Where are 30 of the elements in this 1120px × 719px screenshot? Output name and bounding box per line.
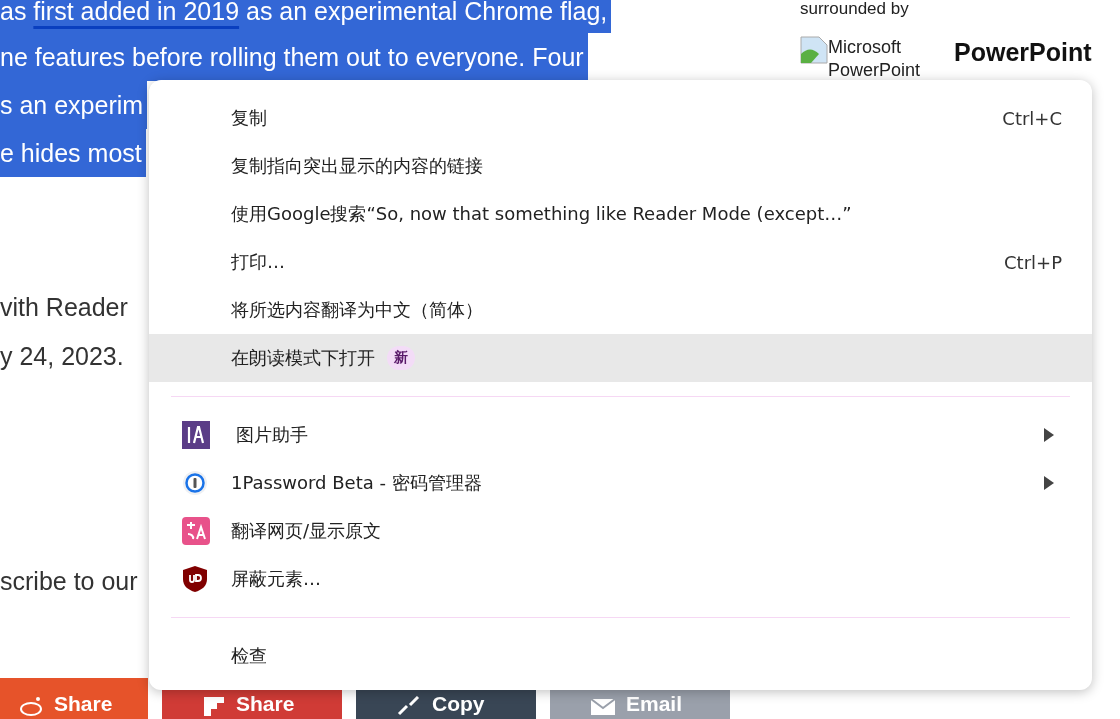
- mail-icon: [590, 698, 616, 716]
- shortcut-text: Ctrl+P: [1004, 251, 1062, 273]
- menu-item[interactable]: 打印… Ctrl+P: [149, 238, 1092, 286]
- menu-item[interactable]: 图片助手: [149, 411, 1092, 459]
- menu-item[interactable]: 屏蔽元素…: [149, 555, 1092, 603]
- menu-item[interactable]: 复制指向突出显示的内容的链接: [149, 142, 1092, 190]
- article-link[interactable]: first added in 2019: [33, 0, 240, 25]
- image-alt-text: Microsoft PowerPoint: [828, 36, 921, 82]
- new-badge: 新: [387, 346, 415, 370]
- menu-item[interactable]: 使用Google搜索“So, now that something like Reader Mode (except…”: [149, 190, 1092, 238]
- keyhole-icon: [182, 470, 208, 496]
- link-icon: [396, 696, 422, 716]
- ia-icon: [182, 421, 210, 449]
- broken-image-icon: [800, 36, 828, 64]
- flipboard-icon: [202, 696, 226, 716]
- article-text: scribe to our: [0, 566, 138, 597]
- share-button[interactable]: Share: [0, 678, 148, 719]
- menu-item[interactable]: 翻译网页/显示原文: [149, 507, 1092, 555]
- sidebar-caption: surrounded by: [800, 0, 910, 18]
- menu-item[interactable]: 在朗读模式下打开 新: [149, 334, 1092, 382]
- article-text: y 24, 2023.: [0, 341, 124, 372]
- menu-item[interactable]: 检查: [149, 632, 1092, 680]
- shield-icon: [182, 565, 208, 593]
- shortcut-text: Ctrl+C: [1002, 107, 1062, 129]
- article-text: vith Reader: [0, 292, 128, 323]
- sidebar-heading[interactable]: PowerPoint: [954, 38, 1092, 82]
- translate-icon: [182, 517, 210, 545]
- menu-item[interactable]: 复制 Ctrl+C: [149, 94, 1092, 142]
- menu-item[interactable]: 1Password Beta - 密码管理器: [149, 459, 1092, 507]
- menu-item[interactable]: 将所选内容翻译为中文（简体）: [149, 286, 1092, 334]
